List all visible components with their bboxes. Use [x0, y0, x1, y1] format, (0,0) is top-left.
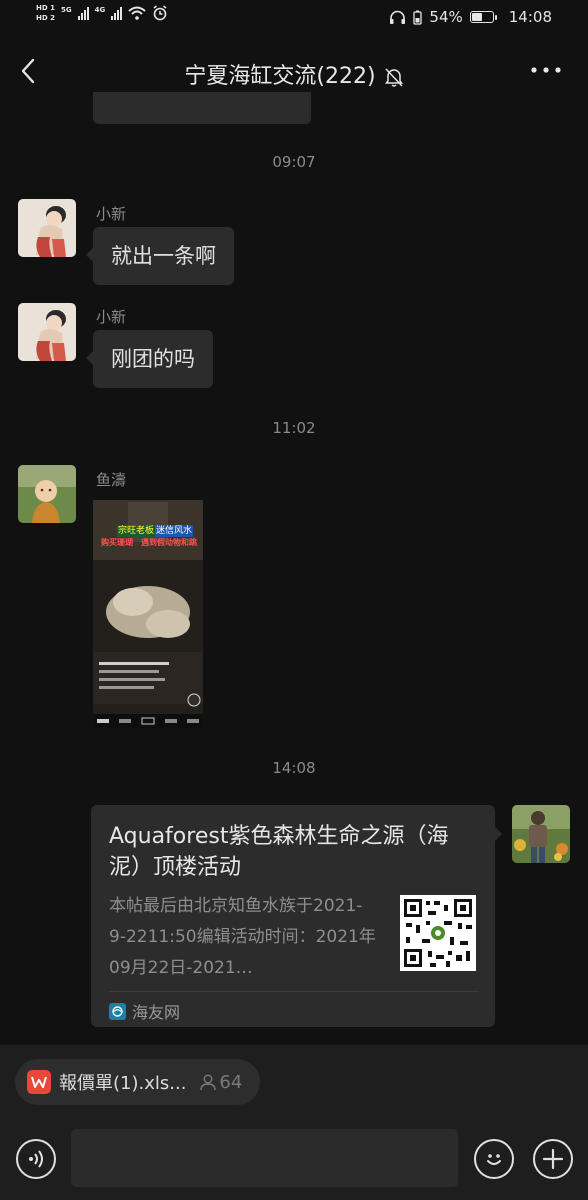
link-card-source: 海友网	[109, 999, 180, 1023]
sender-name: 小新	[96, 308, 127, 326]
alarm-icon	[153, 5, 167, 21]
signal-icon	[111, 6, 123, 20]
plus-icon	[542, 1148, 564, 1170]
bottom-panel: 報價單(1).xls... 64	[0, 1045, 588, 1200]
voice-icon	[29, 1150, 43, 1168]
headphones-icon	[390, 10, 406, 24]
source-name: 海友网	[132, 1003, 181, 1022]
battery-icon	[469, 11, 497, 23]
file-views: 64	[200, 1072, 242, 1093]
avatar-cartoon-icon	[18, 303, 76, 361]
sender-name: 小新	[96, 205, 127, 223]
avatar[interactable]	[18, 303, 76, 361]
avatar[interactable]	[18, 465, 76, 523]
wps-file-icon	[27, 1070, 51, 1094]
timestamp: 09:07	[272, 153, 316, 171]
network-type-1: 5G	[60, 6, 72, 14]
wifi-icon	[128, 6, 146, 20]
chat-title: 宁夏海缸交流(222)	[0, 58, 588, 90]
clock: 14:08	[508, 8, 552, 26]
message-bubble[interactable]: 就出一条啊	[86, 227, 234, 285]
message-bubble[interactable]: 刚团的吗	[86, 330, 213, 388]
video-overlay-line1: 购买珊瑚	[101, 538, 133, 547]
self-avatar[interactable]	[512, 805, 570, 863]
video-thumbnail[interactable]: 宗旺老板 迷信风水 购买珊瑚 遇到假动物和跳	[93, 492, 203, 728]
site-logo-icon	[109, 1002, 126, 1020]
link-card-description: 本帖最后由北京知鱼水族于2021-9-2211:50编辑活动时间：2021年09…	[109, 896, 376, 978]
timestamp: 11:02	[272, 419, 316, 437]
network-type-2: 4G	[94, 6, 106, 14]
user-icon	[200, 1074, 217, 1090]
sender-name: 鱼濤	[96, 471, 127, 489]
divider	[109, 991, 479, 992]
link-card-title: Aquaforest紫色森林生命之源（海泥）顶楼活动	[109, 824, 449, 880]
file-name: 報價單(1).xls...	[59, 1073, 187, 1094]
message-input[interactable]	[71, 1129, 458, 1187]
more-options-icon[interactable]	[530, 66, 562, 74]
video-overlay-tag2: 迷信风水	[155, 525, 194, 537]
emoji-button[interactable]	[474, 1139, 514, 1179]
avatar-cartoon-icon	[18, 199, 76, 257]
emoji-icon	[487, 1154, 501, 1165]
battery-percent: 54%	[429, 8, 463, 26]
hd2-indicator: HD 2	[36, 14, 55, 22]
file-views-count: 64	[219, 1071, 243, 1093]
battery-saver-icon	[413, 10, 423, 25]
avatar-photo-icon	[512, 805, 570, 863]
shared-file-chip[interactable]: 報價單(1).xls... 64	[15, 1059, 261, 1105]
signal-icon	[77, 6, 89, 20]
qr-code-thumbnail	[400, 895, 476, 971]
voice-input-button[interactable]	[16, 1139, 56, 1179]
timestamp: 14:08	[272, 759, 316, 777]
hd1-indicator: HD 1	[36, 4, 55, 12]
status-bar: HD 1 HD 2 5G 4G 54% 14:08	[0, 0, 588, 36]
avatar-monk-icon	[18, 465, 76, 523]
mute-bell-icon	[384, 68, 403, 87]
video-overlay-line2: 遇到假动物和跳	[141, 538, 197, 547]
previous-message-bubble[interactable]	[93, 92, 311, 124]
avatar[interactable]	[18, 199, 76, 257]
video-overlay-tag1: 宗旺老板	[117, 525, 156, 537]
link-card[interactable]: Aquaforest紫色森林生命之源（海泥）顶楼活动 本帖最后由北京知鱼水族于2…	[91, 805, 502, 1027]
group-name: 宁夏海缸交流(222)	[184, 64, 376, 89]
more-functions-button[interactable]	[533, 1139, 573, 1179]
